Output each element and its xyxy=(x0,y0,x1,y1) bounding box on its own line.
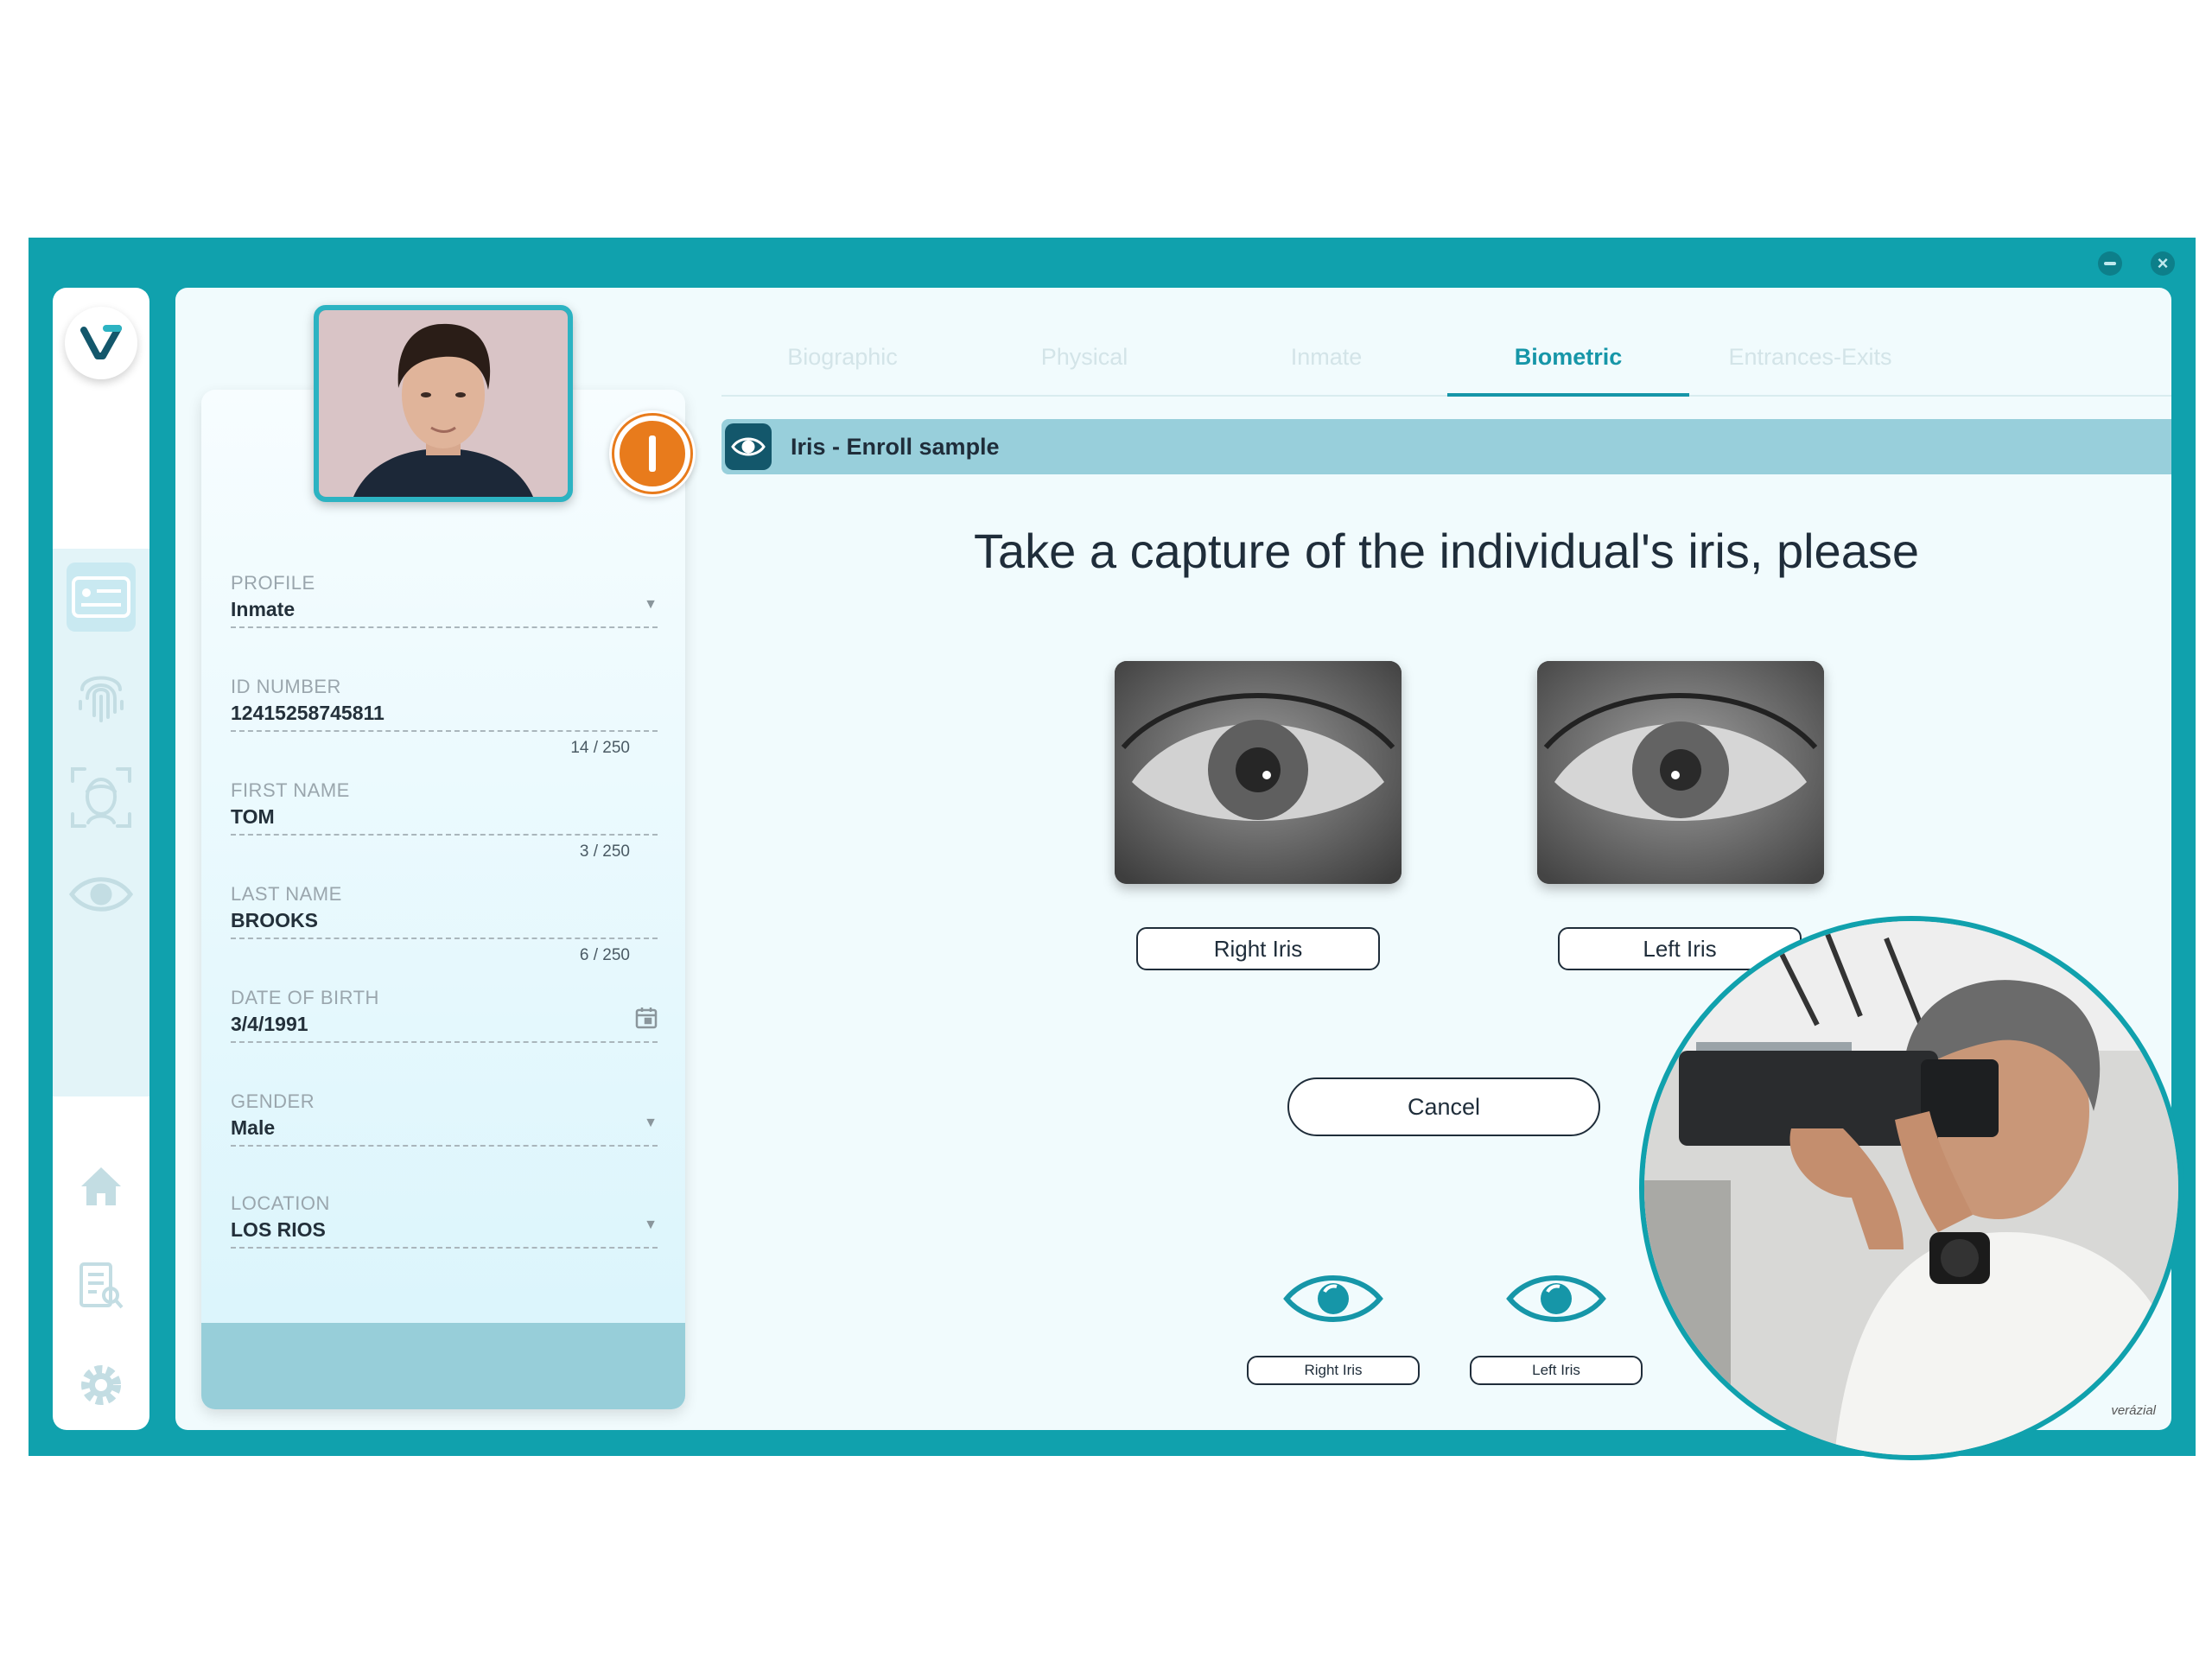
char-counter: 6 / 250 xyxy=(579,946,630,964)
tab-physical[interactable]: Physical xyxy=(963,340,1205,397)
char-counter: 3 / 250 xyxy=(579,842,630,861)
field-label: PROFILE xyxy=(231,572,315,594)
cancel-button[interactable]: Cancel xyxy=(1287,1077,1600,1136)
date-of-birth-field[interactable]: DATE OF BIRTH 3/4/1991 xyxy=(231,986,658,1043)
tab-entrances-exits[interactable]: Entrances-Exits xyxy=(1689,340,1931,397)
tab-bar: Biographic Physical Inmate Biometric Ent… xyxy=(721,288,2171,397)
field-label: LOCATION xyxy=(231,1192,330,1214)
id-card-icon[interactable] xyxy=(67,563,136,632)
field-label: DATE OF BIRTH xyxy=(231,987,379,1008)
home-icon[interactable] xyxy=(67,1152,136,1221)
iris-scanner-photo xyxy=(1639,916,2183,1460)
field-value: BROOKS xyxy=(231,909,318,931)
field-value: 3/4/1991 xyxy=(231,1013,308,1035)
card-footer xyxy=(201,1323,685,1409)
nav-rail xyxy=(53,288,149,1430)
field-value: TOM xyxy=(231,805,275,828)
right-iris-button[interactable]: Right Iris xyxy=(1136,927,1380,970)
location-field[interactable]: LOCATION LOS RIOS ▼ xyxy=(231,1192,658,1249)
gender-field[interactable]: GENDER Male ▼ xyxy=(231,1090,658,1147)
calendar-icon[interactable] xyxy=(635,1007,658,1033)
power-icon xyxy=(614,416,690,492)
section-title: Iris - Enroll sample xyxy=(791,433,1000,460)
tab-inmate[interactable]: Inmate xyxy=(1205,340,1447,397)
chevron-down-icon[interactable]: ▼ xyxy=(644,597,658,613)
face-scan-icon[interactable] xyxy=(67,763,136,832)
app-logo[interactable] xyxy=(65,307,137,379)
profile-field[interactable]: PROFILE Inmate ▼ xyxy=(231,571,658,628)
fingerprint-icon[interactable] xyxy=(67,659,136,728)
field-value: 12415258745811 xyxy=(231,702,385,724)
right-iris-image xyxy=(1115,661,1402,884)
minimize-icon[interactable] xyxy=(2098,251,2122,276)
right-eye-icon[interactable] xyxy=(1281,1264,1385,1333)
field-label: ID NUMBER xyxy=(231,676,341,697)
char-counter: 14 / 250 xyxy=(570,739,630,757)
last-name-field[interactable]: LAST NAME BROOKS 6 / 250 xyxy=(231,882,658,964)
tab-biographic[interactable]: Biographic xyxy=(721,340,963,397)
field-label: LAST NAME xyxy=(231,883,342,905)
field-value: LOS RIOS xyxy=(231,1218,326,1241)
status-toggle-button[interactable] xyxy=(609,410,696,497)
tab-biometric[interactable]: Biometric xyxy=(1447,340,1689,397)
gear-icon[interactable] xyxy=(67,1351,136,1420)
profile-card: PROFILE Inmate ▼ ID NUMBER 1241525874581… xyxy=(201,390,685,1409)
left-iris-image xyxy=(1537,661,1824,884)
small-right-iris-button[interactable]: Right Iris xyxy=(1247,1356,1420,1385)
field-label: FIRST NAME xyxy=(231,779,350,801)
chevron-down-icon[interactable]: ▼ xyxy=(644,1217,658,1233)
brand-logo: verázial xyxy=(2111,1403,2156,1418)
eye-icon xyxy=(725,423,772,470)
id-number-field[interactable]: ID NUMBER 12415258745811 14 / 250 xyxy=(231,675,658,757)
first-name-field[interactable]: FIRST NAME TOM 3 / 250 xyxy=(231,779,658,861)
field-value: Inmate xyxy=(231,598,296,620)
capture-instructions: Take a capture of the individual's iris,… xyxy=(974,524,1919,578)
close-icon[interactable]: × xyxy=(2151,251,2175,276)
report-search-icon[interactable] xyxy=(67,1250,136,1319)
eye-icon[interactable] xyxy=(67,860,136,929)
field-value: Male xyxy=(231,1116,276,1139)
section-header: Iris - Enroll sample xyxy=(721,419,2171,474)
left-eye-icon[interactable] xyxy=(1504,1264,1608,1333)
small-left-iris-button[interactable]: Left Iris xyxy=(1470,1356,1643,1385)
logo-v-icon xyxy=(80,325,122,359)
profile-photo xyxy=(314,305,573,502)
field-label: GENDER xyxy=(231,1090,315,1112)
chevron-down-icon[interactable]: ▼ xyxy=(644,1116,658,1131)
